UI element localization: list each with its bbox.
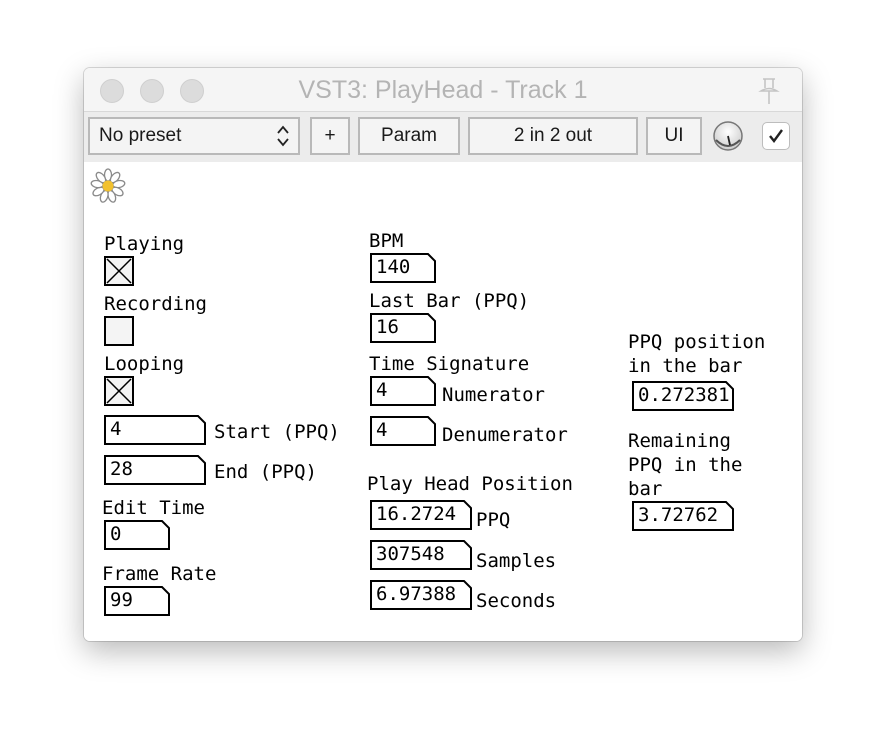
recording-label: Recording (104, 293, 207, 315)
playhead-label: Play Head Position (367, 473, 573, 495)
recording-toggle[interactable] (104, 316, 134, 346)
frame-rate-label: Frame Rate (102, 563, 217, 585)
bpm-value: 140 (376, 256, 411, 278)
ppq-in-bar-label-line1: PPQ position (628, 331, 766, 353)
time-signature-label: Time Signature (369, 353, 530, 375)
edit-time-label: Edit Time (102, 497, 205, 519)
flower-logo-icon (90, 168, 126, 203)
title-bar[interactable]: VST3: PlayHead - Track 1 (84, 68, 802, 112)
last-bar-number[interactable]: 16 (370, 313, 436, 343)
window-title: VST3: PlayHead - Track 1 (298, 76, 588, 104)
remaining-label-line2: PPQ in the (628, 454, 743, 476)
ppq-in-bar-label-line2: in the bar (628, 355, 743, 377)
toolbar: No preset + Param 2 in 2 out UI (84, 112, 802, 162)
samples-label: Samples (476, 550, 557, 572)
edit-time-number[interactable]: 0 (104, 520, 170, 550)
last-bar-label: Last Bar (PPQ) (369, 290, 530, 312)
samples-value: 307548 (376, 543, 445, 565)
enable-checkbox[interactable] (762, 122, 790, 150)
looping-toggle[interactable] (104, 376, 134, 406)
preset-select[interactable]: No preset (88, 117, 300, 155)
plugin-window: VST3: PlayHead - Track 1 No preset + Par… (84, 68, 802, 641)
loop-start-label: Start (PPQ) (214, 421, 340, 443)
loop-end-value: 28 (110, 458, 133, 480)
numerator-label: Numerator (442, 384, 545, 406)
ppq-value: 16.2724 (376, 503, 457, 525)
loop-start-value: 4 (110, 418, 122, 440)
x-mark-icon (106, 258, 132, 284)
frame-rate-value: 99 (110, 589, 133, 611)
remaining-value: 3.72762 (638, 504, 719, 526)
seconds-label: Seconds (476, 590, 557, 612)
seconds-value: 6.97388 (376, 583, 457, 605)
ppq-number[interactable]: 16.2724 (370, 500, 472, 530)
loop-end-number[interactable]: 28 (104, 455, 206, 485)
seconds-number[interactable]: 6.97388 (370, 580, 472, 610)
frame-rate-number[interactable]: 99 (104, 586, 170, 616)
param-button[interactable]: Param (358, 117, 460, 155)
loop-start-number[interactable]: 4 (104, 415, 206, 445)
playing-label: Playing (104, 233, 185, 255)
ppq-in-bar-number[interactable]: 0.272381 (632, 381, 734, 411)
remaining-label-line1: Remaining (628, 430, 731, 452)
volume-knob[interactable] (712, 120, 744, 152)
edit-time-value: 0 (110, 523, 122, 545)
ppq-in-bar-value: 0.272381 (638, 384, 730, 406)
ui-button[interactable]: UI (646, 117, 702, 155)
loop-end-label: End (PPQ) (214, 461, 317, 483)
preset-value: No preset (99, 125, 182, 146)
denominator-label: Denumerator (442, 424, 568, 446)
x-mark-icon (106, 378, 132, 404)
add-preset-button[interactable]: + (310, 117, 350, 155)
numerator-number[interactable]: 4 (370, 376, 436, 406)
plugin-content: Playing Recording Looping 4 Start (PPQ) … (84, 162, 802, 641)
io-button[interactable]: 2 in 2 out (468, 117, 638, 155)
denominator-number[interactable]: 4 (370, 416, 436, 446)
last-bar-value: 16 (376, 316, 399, 338)
pin-icon[interactable] (754, 76, 784, 106)
chevron-updown-icon (277, 125, 289, 147)
remaining-label-line3: bar (628, 478, 663, 500)
numerator-value: 4 (376, 379, 388, 401)
ppq-label: PPQ (476, 509, 511, 531)
checkmark-icon (769, 129, 783, 143)
bpm-label: BPM (369, 230, 404, 252)
samples-number[interactable]: 307548 (370, 540, 472, 570)
denominator-value: 4 (376, 419, 388, 441)
looping-label: Looping (104, 353, 185, 375)
bpm-number[interactable]: 140 (370, 253, 436, 283)
playing-toggle[interactable] (104, 256, 134, 286)
remaining-number[interactable]: 3.72762 (632, 501, 734, 531)
